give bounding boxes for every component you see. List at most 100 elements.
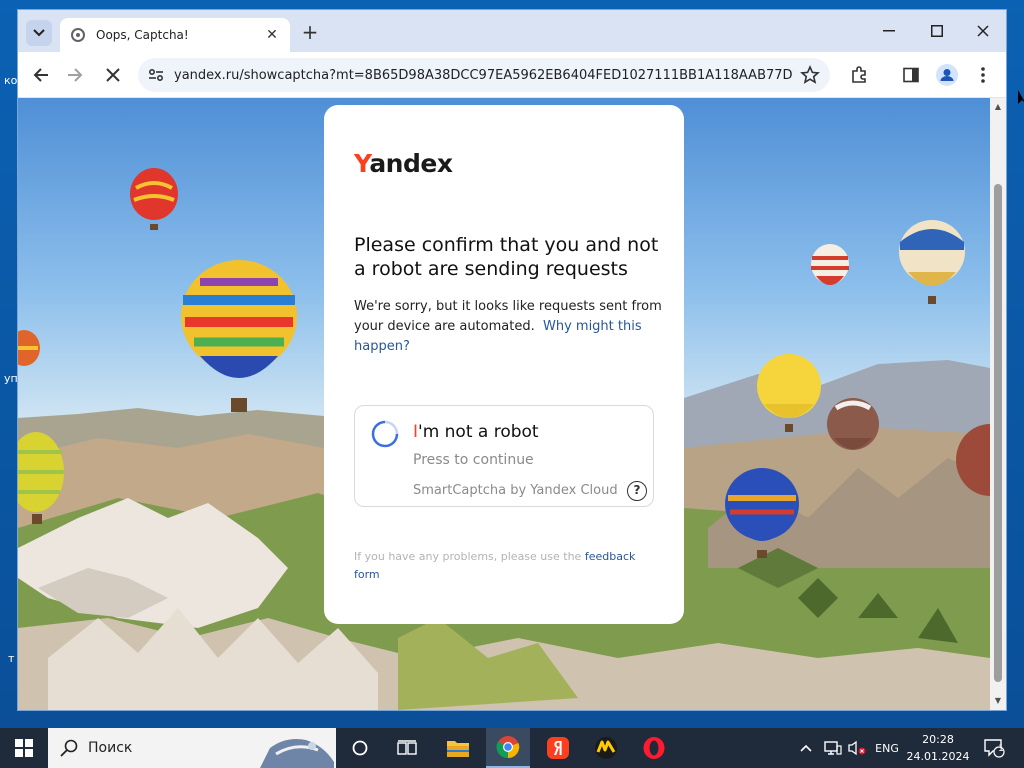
page-title: Please confirm that you and not a robot … — [354, 234, 659, 280]
url-text[interactable]: yandex.ru/showcaptcha?mt=8B65D98A38DCC97… — [174, 68, 794, 83]
hot-air-balloon-image — [899, 220, 965, 304]
chevron-down-icon — [33, 29, 45, 37]
hot-air-balloon-image — [725, 468, 799, 558]
puzzle-icon — [852, 66, 866, 83]
help-icon[interactable]: ? — [627, 481, 647, 501]
robot-label-text: 'm not a robot — [418, 422, 539, 442]
back-button[interactable] — [28, 62, 54, 88]
minimize-icon — [883, 30, 895, 32]
search-icon — [60, 739, 78, 757]
robot-label: I'm not a robot — [413, 422, 539, 442]
browser-menu-button[interactable] — [970, 62, 996, 88]
yandex-logo[interactable]: Yandex — [354, 149, 453, 178]
hot-air-balloon-image — [181, 260, 297, 412]
scroll-thumb[interactable] — [994, 184, 1002, 682]
hot-air-balloon-image — [130, 168, 178, 230]
close-icon — [977, 25, 989, 37]
language-indicator[interactable]: ENG — [872, 728, 902, 768]
hot-air-balloon-image — [811, 244, 849, 285]
bookmark-star-icon[interactable] — [800, 65, 820, 85]
yandex-browser-button[interactable] — [536, 728, 580, 768]
press-to-continue: Press to continue — [413, 452, 534, 468]
mouse-cursor-icon — [1018, 90, 1024, 104]
arrow-left-icon — [33, 68, 48, 82]
yandex-music-button[interactable] — [584, 728, 628, 768]
side-panel-button[interactable] — [898, 62, 924, 88]
tab-search-button[interactable] — [26, 20, 52, 46]
file-explorer-button[interactable] — [436, 728, 480, 768]
scroll-up-icon[interactable]: ▲ — [993, 102, 1003, 112]
search-highlight-image — [260, 739, 334, 768]
chrome-taskbar-button[interactable] — [486, 728, 530, 768]
clock-time: 20:28 — [922, 733, 954, 746]
address-bar[interactable]: yandex.ru/showcaptcha?mt=8B65D98A38DCC97… — [138, 58, 830, 92]
taskbar-search[interactable]: Поиск — [48, 728, 336, 768]
search-placeholder: Поиск — [88, 740, 133, 756]
smartcaptcha-brand: SmartCaptcha by Yandex Cloud — [413, 483, 618, 498]
network-icon — [824, 741, 842, 755]
clock-date: 24.01.2024 — [906, 750, 970, 763]
taskbar: Поиск ENG 20:28 24.01.2024 1 — [0, 728, 1024, 768]
captcha-description: We're sorry, but it looks like requests … — [354, 297, 664, 357]
side-panel-icon — [903, 67, 919, 83]
volume-button[interactable] — [848, 728, 868, 768]
browser-toolbar: yandex.ru/showcaptcha?mt=8B65D98A38DCC97… — [18, 52, 1006, 98]
desktop-icon-label[interactable]: т — [8, 652, 14, 665]
loading-spinner-icon — [371, 420, 399, 448]
hot-air-balloon-image — [956, 424, 990, 496]
more-vert-icon — [981, 67, 985, 83]
task-view-icon — [397, 740, 417, 755]
maximize-button[interactable] — [914, 18, 960, 44]
hot-air-balloon-image — [18, 432, 64, 524]
yandex-app-icon — [595, 737, 617, 759]
desktop-icon-label[interactable]: ко — [4, 74, 17, 87]
problems-text: If you have any problems, please use the — [354, 550, 582, 563]
logo-text: andex — [369, 149, 453, 178]
close-icon — [106, 68, 120, 82]
desktop-icon-label[interactable]: уп — [4, 372, 18, 385]
active-tab[interactable]: Oops, Captcha! ✕ — [60, 18, 290, 52]
yandex-browser-icon — [547, 737, 569, 759]
page-viewport: Yandex Please confirm that you and not a… — [18, 98, 990, 710]
hot-air-balloon-image — [827, 398, 879, 450]
captcha-card: Yandex Please confirm that you and not a… — [324, 105, 684, 624]
notifications-button[interactable]: 1 — [980, 728, 1008, 768]
not-robot-checkbox[interactable]: I'm not a robot Press to continue SmartC… — [354, 405, 654, 507]
hot-air-balloon-image — [18, 330, 40, 366]
minimize-button[interactable] — [866, 18, 912, 44]
page-scrollbar[interactable]: ▲ ▼ — [990, 98, 1006, 710]
chevron-up-icon — [800, 744, 812, 752]
windows-logo-icon — [15, 739, 33, 757]
avatar-icon — [936, 64, 958, 86]
loading-favicon-icon — [71, 28, 85, 42]
close-window-button[interactable] — [960, 18, 1006, 44]
extensions-button[interactable] — [846, 62, 872, 88]
network-button[interactable] — [824, 728, 844, 768]
arrow-right-icon — [68, 68, 83, 82]
chrome-icon — [496, 736, 520, 759]
hot-air-balloon-image — [757, 354, 821, 432]
tab-close-icon[interactable]: ✕ — [264, 27, 280, 43]
opera-button[interactable] — [632, 728, 676, 768]
profile-button[interactable] — [934, 62, 960, 88]
stop-loading-button[interactable] — [100, 62, 126, 88]
tab-title: Oops, Captcha! — [96, 28, 189, 42]
task-view-button[interactable] — [390, 728, 424, 768]
opera-icon — [643, 737, 665, 759]
tray-overflow-button[interactable] — [800, 728, 820, 768]
tab-strip: Oops, Captcha! ✕ + — [18, 10, 1006, 52]
maximize-icon — [931, 25, 943, 37]
forward-button[interactable] — [62, 62, 88, 88]
folder-icon — [447, 741, 469, 757]
browser-window: Oops, Captcha! ✕ + yandex.ru/showcaptcha… — [18, 10, 1006, 710]
notification-count: 1 — [998, 744, 1004, 754]
volume-muted-icon — [848, 740, 866, 756]
start-button[interactable] — [0, 728, 48, 768]
scroll-down-icon[interactable]: ▼ — [993, 696, 1003, 706]
new-tab-button[interactable]: + — [300, 22, 320, 42]
circle-icon — [352, 740, 368, 756]
taskbar-clock[interactable]: 20:28 24.01.2024 — [906, 731, 970, 765]
site-info-icon[interactable] — [148, 68, 164, 82]
problems-note: If you have any problems, please use the… — [354, 548, 654, 584]
cortana-button[interactable] — [344, 728, 376, 768]
